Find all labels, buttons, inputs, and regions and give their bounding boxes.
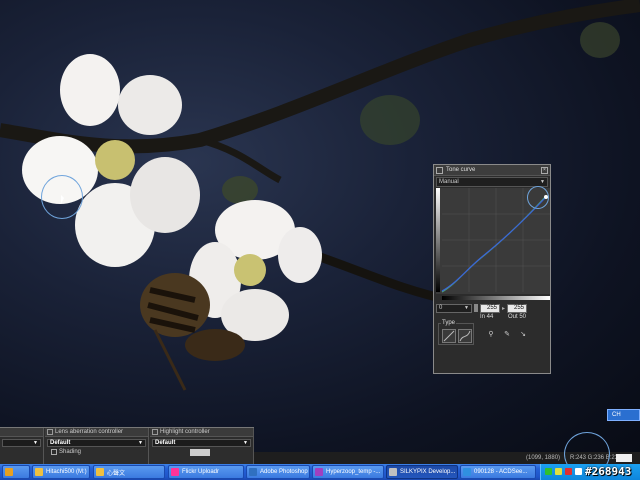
taskbar-label: 090128 - ACDSee... [474, 469, 528, 475]
taskbar-item-hitachi[interactable]: Hitachi500 (M:) [32, 465, 90, 479]
taskbar-item-flickr[interactable]: Flickr Uploadr [168, 465, 244, 479]
chevron-down-icon: ▼ [243, 440, 248, 446]
taskbar-item-start[interactable] [2, 465, 30, 479]
spline-curve-button[interactable] [458, 329, 472, 343]
spline-curve-icon [459, 330, 471, 342]
shading-checkbox[interactable] [51, 449, 57, 455]
in-readout: In 44 [480, 314, 494, 320]
highlight-slider-value[interactable] [190, 449, 210, 456]
tone-curve-titlebar[interactable]: Tone curve × [434, 165, 550, 176]
cursor-coordinates: (1099, 1880) [526, 455, 561, 461]
taskbar-label: Hyperzoop_temp -... [326, 469, 381, 475]
language-label: CH [612, 412, 621, 418]
linear-curve-button[interactable] [442, 329, 456, 343]
acdsee-icon [463, 468, 471, 476]
taskbar: Hitachi500 (M:) 心聲文 Flickr Uploadr Adobe… [0, 464, 640, 480]
reset-icon[interactable]: ↘ [518, 330, 528, 340]
chevron-down-icon: ▼ [540, 179, 545, 185]
chevron-down-icon: ▼ [138, 440, 143, 446]
highlight-controller-panel: Highlight controller Default ▼ [150, 428, 254, 465]
taskbar-item-text[interactable]: 心聲文 [93, 465, 165, 479]
curve-type-group: Type [438, 320, 474, 345]
shading-label: Shading [59, 449, 82, 455]
silkypix-icon [389, 468, 397, 476]
left-panel-select[interactable]: ▼ [2, 439, 41, 447]
highlight-circle [527, 186, 549, 209]
curve-type-label: Type [441, 320, 457, 326]
highlight-preset-select[interactable]: Default ▼ [152, 439, 251, 447]
tray-icon[interactable] [565, 468, 572, 475]
lens-panel-header[interactable]: Lens aberration controller [45, 428, 148, 437]
highlight-panel-icon [152, 429, 158, 435]
swatch-icon [474, 304, 478, 312]
flickr-icon [171, 468, 179, 476]
input-value-field[interactable]: 255 [480, 303, 500, 313]
channel-value: 0 [439, 305, 443, 311]
tone-curve-preset-value: Manual [439, 179, 459, 185]
input-gradient-bar [442, 296, 550, 300]
tone-curve-panel: Tone curve × Manual ▼ 0 ▼ 255 ▸ 255 In 4… [433, 164, 551, 374]
highlight-panel-title: Highlight controller [160, 429, 210, 435]
folder-icon [96, 468, 104, 476]
lens-preset-select[interactable]: Default ▼ [47, 439, 146, 447]
arrow-icon: ▸ [502, 305, 506, 312]
lens-panel-title: Lens aberration controller [55, 429, 124, 435]
color-picker-icon[interactable]: ✎ [502, 330, 512, 340]
taskbar-label: 心聲文 [107, 470, 126, 477]
close-icon[interactable]: × [541, 166, 548, 174]
left-panel-header [0, 428, 43, 437]
chevron-down-icon: ▼ [464, 305, 469, 311]
tray-icon[interactable] [575, 468, 582, 475]
out-readout: Out 50 [508, 314, 527, 320]
linear-curve-icon [443, 330, 455, 342]
highlight-preset-value: Default [155, 440, 176, 446]
app-icon [315, 468, 323, 476]
tone-curve-icon [436, 166, 443, 174]
lens-aberration-panel: Lens aberration controller Default ▼ Sha… [45, 428, 149, 465]
output-value-field[interactable]: 255 [507, 303, 528, 313]
taskbar-label: Adobe Photoshop [260, 469, 308, 475]
highlight-panel-header[interactable]: Highlight controller [150, 428, 253, 437]
photoshop-icon [249, 468, 257, 476]
taskbar-item-photoshop[interactable]: Adobe Photoshop [246, 465, 310, 479]
channel-select[interactable]: 0 ▼ [436, 303, 472, 313]
eyedropper-icon[interactable]: ⚲ [486, 330, 496, 340]
taskbar-label: SILKYPIX Develop... [400, 469, 456, 475]
taskbar-label: Flickr Uploadr [182, 469, 220, 475]
lens-preset-value: Default [50, 440, 71, 446]
tray-icon[interactable] [555, 468, 562, 475]
taskbar-item-hyperzoop[interactable]: Hyperzoop_temp -... [312, 465, 384, 479]
tone-curve-title: Tone curve [446, 167, 476, 173]
color-swatch [616, 454, 632, 462]
watermark: #268943 [585, 465, 632, 478]
tone-curve-preset-select[interactable]: Manual ▼ [436, 177, 548, 187]
cursor-icon [61, 195, 64, 204]
left-panel-fragment: ▼ [0, 428, 44, 465]
lens-panel-icon [47, 429, 53, 435]
control-panels-strip: ▼ Lens aberration controller Default ▼ S… [0, 427, 254, 465]
tray-icon[interactable] [545, 468, 552, 475]
taskbar-item-acdsee[interactable]: 090128 - ACDSee... [460, 465, 536, 479]
folder-icon [5, 468, 13, 476]
language-bar[interactable]: CH [607, 409, 640, 421]
chevron-down-icon: ▼ [33, 440, 38, 446]
folder-icon [35, 468, 43, 476]
taskbar-label: Hitachi500 (M:) [46, 469, 87, 475]
taskbar-item-silkypix[interactable]: SILKYPIX Develop... [386, 465, 458, 479]
